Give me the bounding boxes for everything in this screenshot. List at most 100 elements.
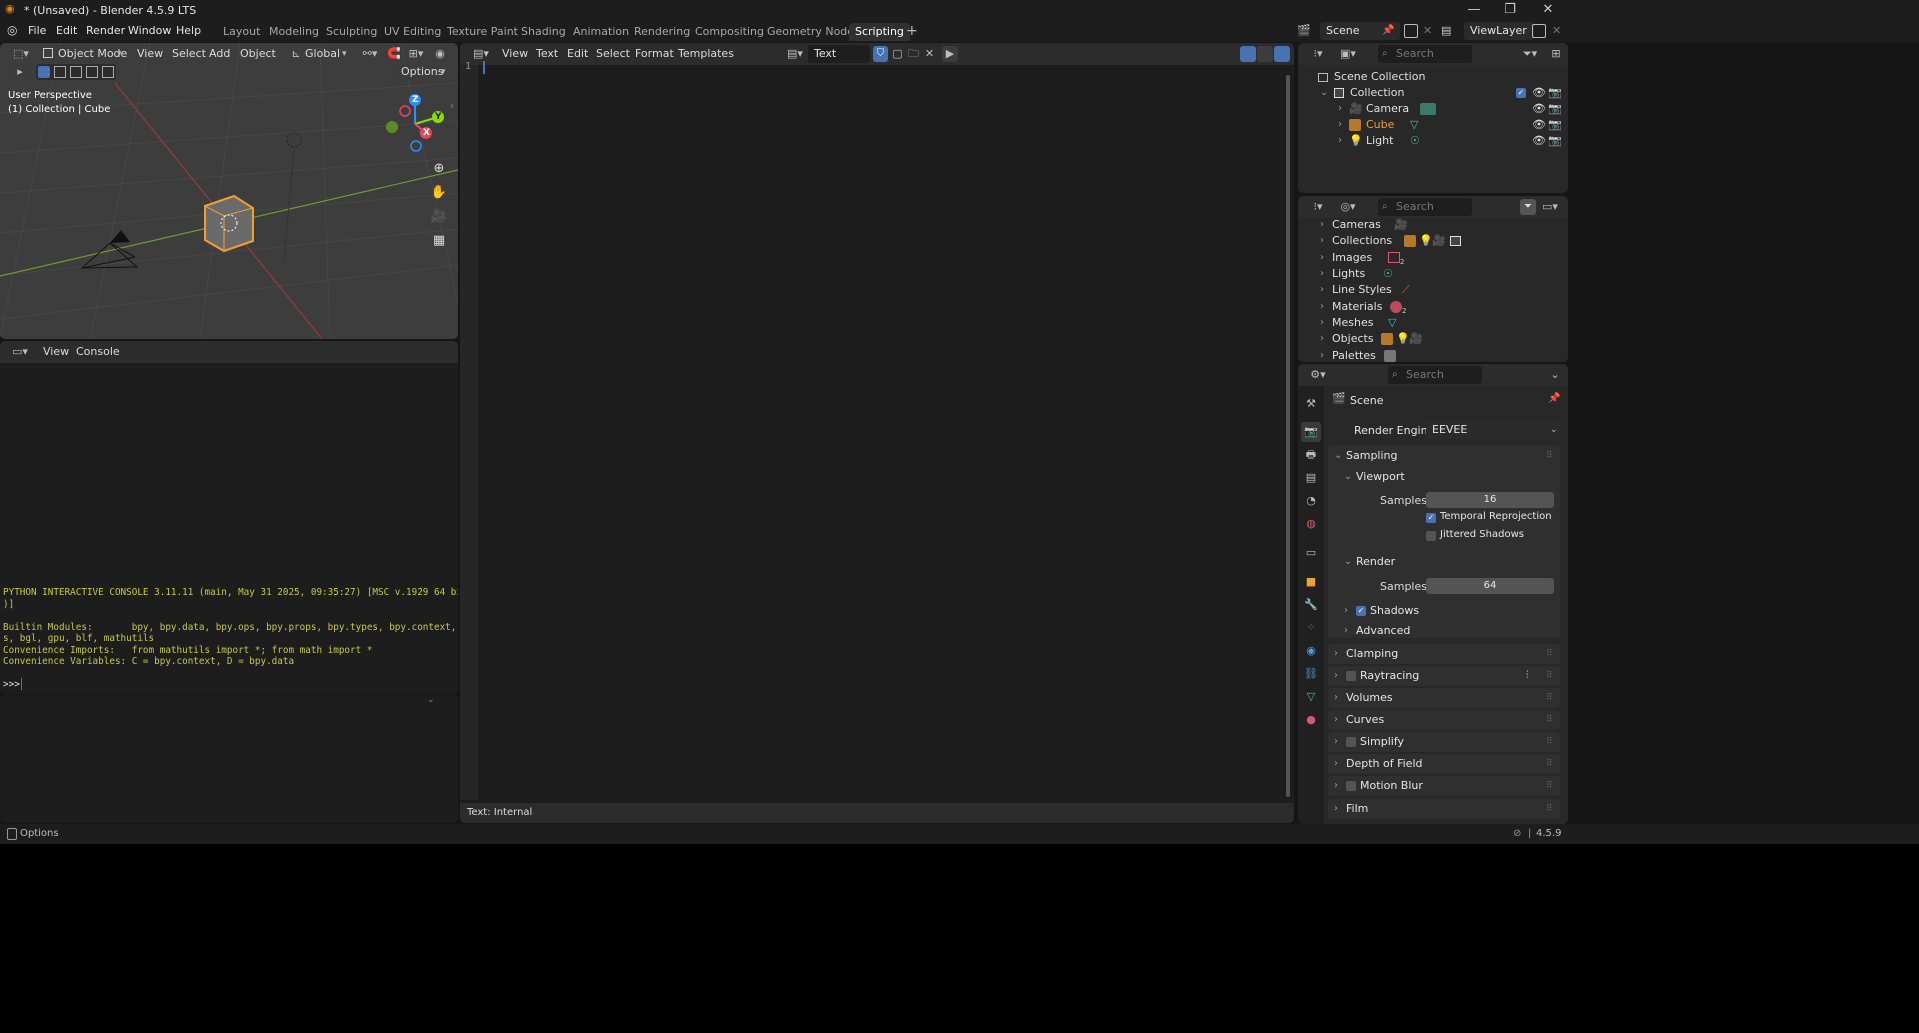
data-row-cameras[interactable]: › Cameras 🎥 — [1320, 217, 1560, 233]
console-editor-type-icon[interactable]: ▭▾ — [7, 344, 33, 360]
new-collection-icon[interactable]: ⊞ — [1548, 46, 1564, 62]
tab-sculpting[interactable]: Sculpting — [320, 23, 383, 41]
film-panel-header[interactable]: › Film ⠿ — [1328, 799, 1560, 819]
tab-rendering[interactable]: Rendering — [628, 23, 696, 41]
camera-view-icon[interactable]: 🎥 — [429, 207, 449, 227]
tool-select-icon[interactable]: ▸ — [10, 64, 30, 80]
particles-tab-icon[interactable]: ⁘ — [1301, 618, 1321, 638]
blend-file-search[interactable]: ⌕ Search — [1378, 198, 1472, 216]
text-editor[interactable]: ▤▾ View Text Edit Select Format Template… — [460, 43, 1294, 823]
drag-handle-icon[interactable]: ⠿ — [1546, 446, 1553, 466]
checkbox-unchecked-icon[interactable] — [1346, 781, 1356, 791]
chevron-right-icon[interactable]: › — [1338, 117, 1342, 133]
pin-icon[interactable]: 📌 — [1548, 393, 1560, 404]
drag-handle-icon[interactable]: ⠿ — [1546, 754, 1553, 774]
drag-handle-icon[interactable]: ⠿ — [1546, 688, 1553, 708]
outliner-editor-type-icon[interactable]: ⁝▾ — [1306, 46, 1330, 62]
3d-viewport[interactable]: ⬚▾ Object Mode ▾ View Select Add Object … — [0, 43, 458, 339]
jittered-shadows-checkbox[interactable]: Jittered Shadows — [1426, 529, 1556, 543]
snap-target-icon[interactable]: ⊞▾ — [403, 46, 429, 62]
data-tab-icon[interactable]: ▽ — [1301, 687, 1321, 707]
chevron-down-icon[interactable]: ⌄ — [1548, 367, 1562, 383]
checkbox-checked-icon[interactable]: ✓ — [1356, 606, 1366, 616]
maximize-icon[interactable]: ❐ — [1502, 2, 1518, 18]
drag-handle-icon[interactable]: ⠿ — [1546, 710, 1553, 730]
chevron-right-icon[interactable]: › — [1320, 331, 1324, 347]
light-data-icon[interactable]: ☉ — [1410, 133, 1420, 149]
exclude-checkbox[interactable]: ✓ — [1516, 88, 1526, 98]
outliner[interactable]: ⁝▾ ▣▾ ⌕ Search ⏷▾ ⊞ Scene Collection ⌄ C… — [1298, 43, 1568, 193]
checkbox-unchecked-icon[interactable] — [1346, 737, 1356, 747]
tab-uv-editing[interactable]: UV Editing — [378, 23, 447, 41]
viewport-menu-view[interactable]: View — [137, 47, 163, 61]
python-console[interactable]: ▭▾ View Console PYTHON INTERACTIVE CONSO… — [0, 341, 458, 694]
clamping-panel-header[interactable]: › Clamping ⠿ — [1328, 644, 1560, 664]
simplify-panel-header[interactable]: › Simplify ⠿ — [1328, 732, 1560, 752]
visibility-eye-icon[interactable]: 👁 — [1532, 101, 1546, 117]
viewport-menu-object[interactable]: Object — [240, 47, 276, 61]
tab-scripting[interactable]: Scripting — [849, 23, 910, 41]
new-text-icon[interactable]: ▢ — [890, 46, 905, 62]
text-datablock-field[interactable]: Text — [808, 45, 870, 63]
outliner-search[interactable]: ⌕ Search — [1378, 45, 1472, 63]
minimize-icon[interactable]: — — [1466, 2, 1482, 18]
render-camera-icon[interactable]: 📷 — [1548, 133, 1562, 149]
pivot-icon[interactable]: ⚯▾ — [357, 46, 383, 62]
viewlayer-field[interactable]: ViewLayer — [1464, 22, 1534, 40]
select-intersect-icon[interactable] — [102, 66, 114, 78]
select-invert-icon[interactable] — [86, 66, 98, 78]
output-tab-icon[interactable]: 🖶 — [1301, 445, 1321, 465]
data-row-objects[interactable]: › Objects 💡 🎥 — [1320, 331, 1560, 347]
options-dropdown[interactable]: Options ▾ — [396, 64, 450, 80]
motion-blur-panel-header[interactable]: › Motion Blur ⠿ — [1328, 776, 1560, 796]
chevron-right-icon[interactable]: › — [1320, 315, 1324, 331]
add-workspace-icon[interactable]: + — [906, 23, 918, 39]
text-menu-templates[interactable]: Templates — [678, 47, 734, 61]
viewport-samples-field[interactable]: 16 — [1426, 492, 1554, 508]
console-menu-view[interactable]: View — [43, 345, 69, 359]
snap-icon[interactable]: 🧲 — [386, 46, 402, 62]
mesh-data-icon[interactable]: ▽ — [1410, 117, 1418, 133]
sampling-header[interactable]: ⌄ Sampling ⠿ — [1328, 446, 1560, 466]
outliner-row-camera[interactable]: › 🎥 Camera 👁 📷 — [1334, 101, 1563, 117]
render-tab-icon[interactable]: 📷 — [1301, 422, 1321, 442]
transform-orientation-dropdown[interactable]: ⊾ Global ▾ — [289, 46, 351, 62]
mode-dropdown[interactable]: Object Mode ▾ — [38, 46, 128, 62]
drag-handle-icon[interactable]: ⠿ — [1546, 666, 1553, 686]
properties-editor[interactable]: ⚙▾ ⌕ Search ⌄ ⚒ 📷 🖶 ▤ ◔ ◍ ▭ ■ 🔧 ⁘ ◉ ⛓ ▽ … — [1298, 364, 1568, 824]
data-row-lights[interactable]: › Lights ☉ — [1320, 266, 1560, 282]
scene-icon[interactable]: 🎬 — [1297, 23, 1319, 39]
data-row-images[interactable]: › Images 2 — [1320, 250, 1560, 266]
collection-row[interactable]: ⌄ Collection ✓ 👁 📷 — [1318, 85, 1563, 101]
checkbox-unchecked-icon[interactable] — [1346, 671, 1356, 681]
render-camera-icon[interactable]: 📷 — [1548, 101, 1562, 117]
drag-handle-icon[interactable]: ⠿ — [1546, 799, 1553, 819]
close-icon[interactable]: ✕ — [1540, 2, 1556, 18]
viewlayer-icon[interactable]: ▤ — [1441, 23, 1463, 39]
chevron-right-icon[interactable]: › — [1320, 217, 1324, 233]
tab-compositing[interactable]: Compositing — [689, 23, 770, 41]
console-prompt[interactable]: >>> — [3, 679, 25, 690]
drag-handle-icon[interactable]: ⠿ — [1546, 776, 1553, 796]
zoom-icon[interactable]: ⊕ — [429, 159, 449, 179]
purge-icon[interactable]: ▭▾ — [1538, 199, 1562, 215]
volumes-panel-header[interactable]: › Volumes ⠿ — [1328, 688, 1560, 708]
world-tab-icon[interactable]: ◍ — [1301, 514, 1321, 534]
outliner-row-cube[interactable]: › Cube ▽ 👁 📷 — [1334, 117, 1563, 133]
chevron-right-icon[interactable]: › — [1320, 348, 1324, 362]
tool-tab-icon[interactable]: ⚒ — [1301, 394, 1321, 414]
unlink-text-icon[interactable]: ✕ — [922, 46, 937, 62]
render-camera-icon[interactable]: 📷 — [1548, 85, 1562, 101]
blender-menu-icon[interactable]: ◎ — [7, 23, 21, 37]
chevron-right-icon[interactable]: › — [1320, 266, 1324, 282]
raytracing-panel-header[interactable]: › Raytracing ⫶ ⠿ — [1328, 666, 1560, 686]
delete-scene-icon[interactable]: ✕ — [1423, 23, 1432, 39]
blend-display-mode-icon[interactable]: ◎▾ — [1336, 199, 1360, 215]
properties-search[interactable]: ⌕ Search — [1388, 366, 1482, 384]
proportional-edit-icon[interactable]: ◉ — [432, 46, 448, 62]
viewport-menu-select[interactable]: Select — [172, 47, 206, 61]
curves-panel-header[interactable]: › Curves ⠿ — [1328, 710, 1560, 730]
physics-tab-icon[interactable]: ◉ — [1301, 641, 1321, 661]
status-options-label[interactable]: Options — [20, 828, 59, 839]
chevron-right-icon[interactable]: › — [1338, 101, 1342, 117]
